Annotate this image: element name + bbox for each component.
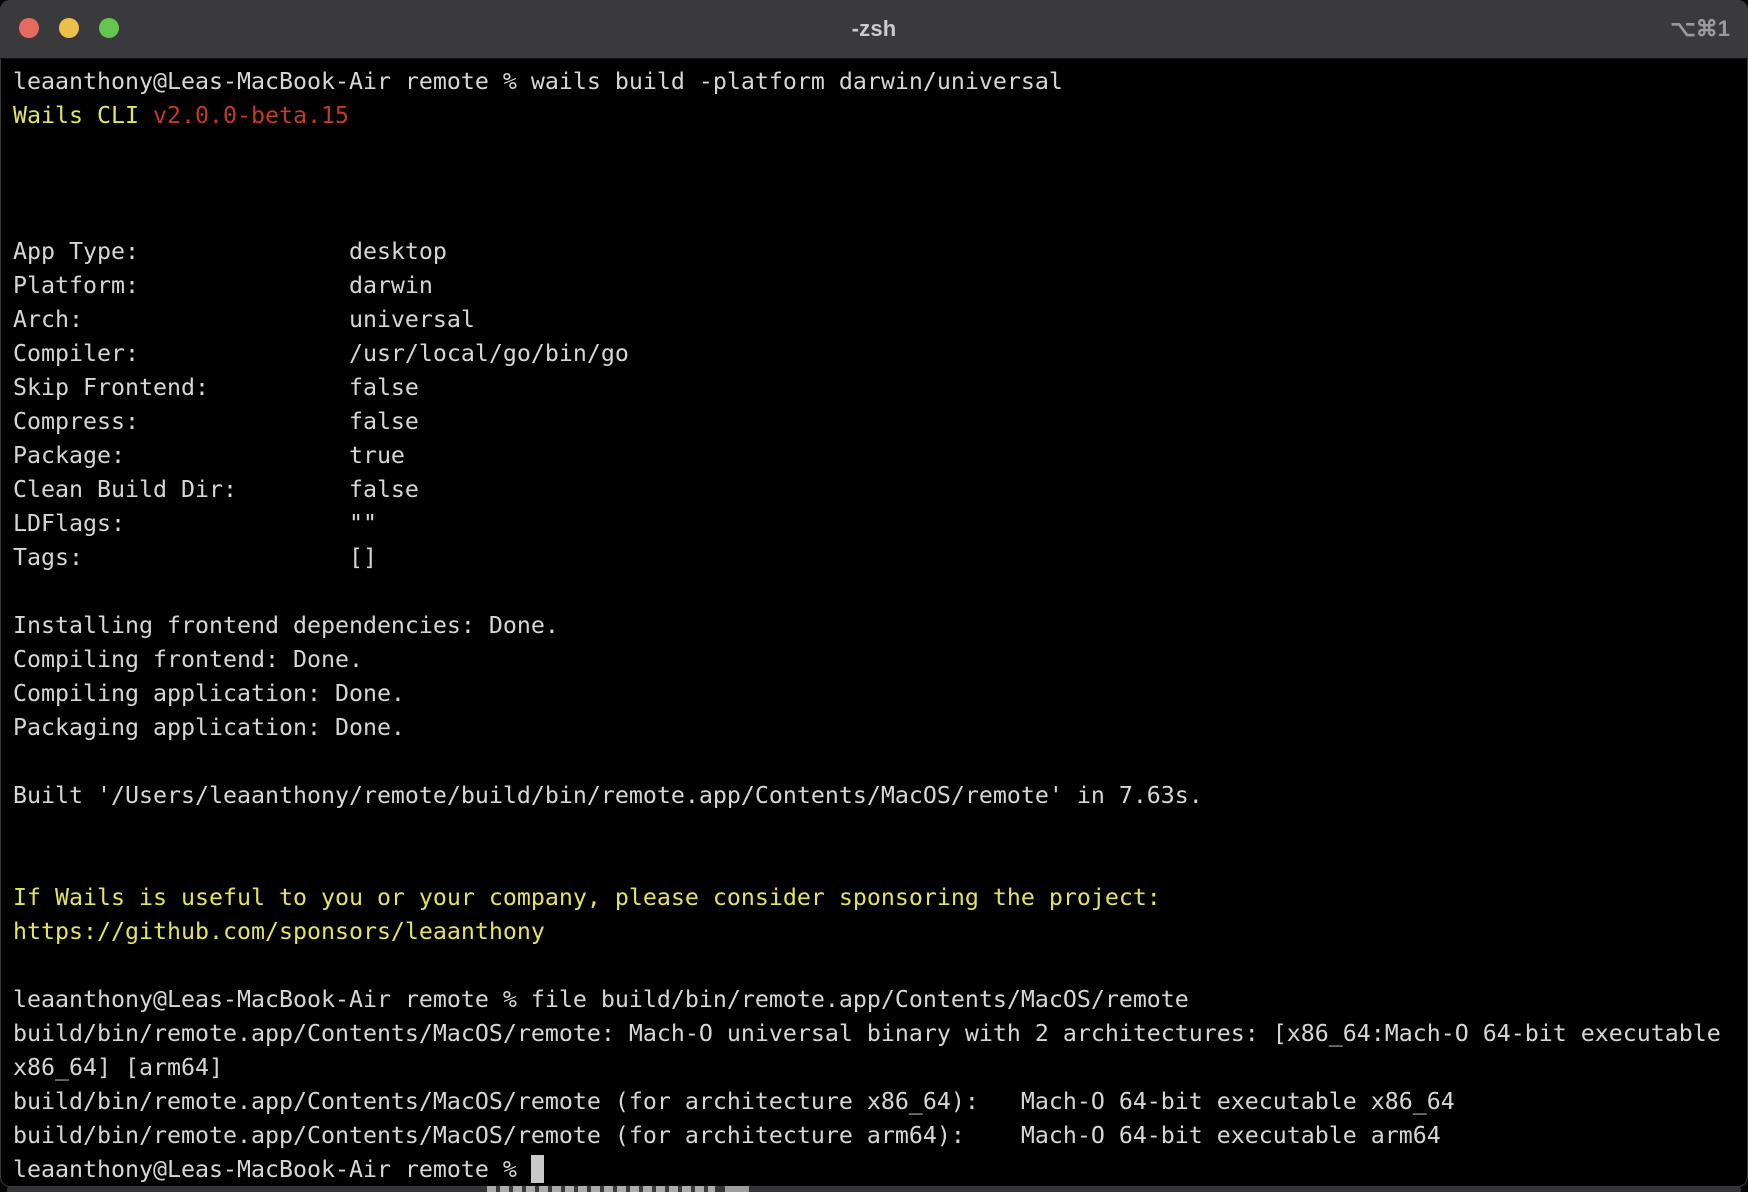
terminal-text: Package: true	[13, 442, 405, 469]
terminal-text: LDFlags: ""	[13, 510, 377, 537]
terminal-text: Clean Build Dir: false	[13, 476, 419, 503]
terminal-text: Built '/Users/leaanthony/remote/build/bi…	[13, 782, 1203, 809]
terminal-line	[13, 575, 1735, 609]
background-text-fragment	[725, 1186, 749, 1192]
terminal-line: Compiler: /usr/local/go/bin/go	[13, 337, 1735, 371]
terminal-text: App Type: desktop	[13, 238, 447, 265]
terminal-line: Tags: []	[13, 541, 1735, 575]
titlebar[interactable]: -zsh ⌥⌘1	[0, 0, 1748, 59]
terminal-text: If Wails is useful to you or your compan…	[13, 884, 1161, 911]
terminal-text: build/bin/remote.app/Contents/MacOS/remo…	[13, 1020, 1721, 1047]
terminal-line: Built '/Users/leaanthony/remote/build/bi…	[13, 779, 1735, 813]
terminal-text: Compress: false	[13, 408, 419, 435]
terminal-line: Compress: false	[13, 405, 1735, 439]
terminal-text: build/bin/remote.app/Contents/MacOS/remo…	[13, 1088, 1455, 1115]
terminal-line: leaanthony@Leas-MacBook-Air remote %	[13, 1153, 1735, 1187]
terminal-text: Compiler: /usr/local/go/bin/go	[13, 340, 629, 367]
terminal-text: v2.0.0-beta.15	[153, 102, 349, 129]
terminal-line: leaanthony@Leas-MacBook-Air remote % wai…	[13, 65, 1735, 99]
terminal-output[interactable]: leaanthony@Leas-MacBook-Air remote % wai…	[0, 59, 1748, 1187]
text-cursor	[531, 1155, 544, 1183]
background-text-fragment	[487, 1186, 715, 1192]
minimize-button[interactable]	[59, 18, 79, 38]
terminal-line: build/bin/remote.app/Contents/MacOS/remo…	[13, 1119, 1735, 1153]
window-shortcut-badge: ⌥⌘1	[1670, 0, 1730, 58]
terminal-line: build/bin/remote.app/Contents/MacOS/remo…	[13, 1017, 1735, 1051]
terminal-text: leaanthony@Leas-MacBook-Air remote %	[13, 1156, 531, 1183]
terminal-line: Package: true	[13, 439, 1735, 473]
terminal-line: LDFlags: ""	[13, 507, 1735, 541]
terminal-line: Compiling application: Done.	[13, 677, 1735, 711]
terminal-line	[13, 167, 1735, 201]
terminal-line	[13, 745, 1735, 779]
terminal-line: Compiling frontend: Done.	[13, 643, 1735, 677]
terminal-text: Tags: []	[13, 544, 377, 571]
terminal-line: build/bin/remote.app/Contents/MacOS/remo…	[13, 1085, 1735, 1119]
terminal-text: Compiling frontend: Done.	[13, 646, 363, 673]
terminal-line: Arch: universal	[13, 303, 1735, 337]
terminal-text: Platform: darwin	[13, 272, 433, 299]
desktop-background: -zsh ⌥⌘1 leaanthony@Leas-MacBook-Air rem…	[0, 0, 1748, 1192]
zoom-button[interactable]	[99, 18, 119, 38]
terminal-text: leaanthony@Leas-MacBook-Air remote % fil…	[13, 986, 1189, 1013]
terminal-line	[13, 949, 1735, 983]
terminal-line: leaanthony@Leas-MacBook-Air remote % fil…	[13, 983, 1735, 1017]
terminal-line: Wails CLI v2.0.0-beta.15	[13, 99, 1735, 133]
terminal-line	[13, 813, 1735, 847]
terminal-line: Installing frontend dependencies: Done.	[13, 609, 1735, 643]
terminal-line: Clean Build Dir: false	[13, 473, 1735, 507]
terminal-text: Compiling application: Done.	[13, 680, 405, 707]
terminal-text: build/bin/remote.app/Contents/MacOS/remo…	[13, 1122, 1441, 1149]
terminal-text: x86_64] [arm64]	[13, 1054, 223, 1081]
window-controls	[19, 18, 119, 38]
terminal-text: Packaging application: Done.	[13, 714, 405, 741]
terminal-line	[13, 847, 1735, 881]
terminal-line: App Type: desktop	[13, 235, 1735, 269]
terminal-line: Skip Frontend: false	[13, 371, 1735, 405]
terminal-text: Installing frontend dependencies: Done.	[13, 612, 559, 639]
terminal-line: Platform: darwin	[13, 269, 1735, 303]
close-button[interactable]	[19, 18, 39, 38]
terminal-text: Arch: universal	[13, 306, 475, 333]
terminal-window: -zsh ⌥⌘1 leaanthony@Leas-MacBook-Air rem…	[0, 0, 1748, 1187]
terminal-line: https://github.com/sponsors/leaanthony	[13, 915, 1735, 949]
terminal-line: Packaging application: Done.	[13, 711, 1735, 745]
terminal-text: Skip Frontend: false	[13, 374, 419, 401]
terminal-line: x86_64] [arm64]	[13, 1051, 1735, 1085]
terminal-line	[13, 201, 1735, 235]
window-title: -zsh	[852, 0, 897, 58]
terminal-line: If Wails is useful to you or your compan…	[13, 881, 1735, 915]
terminal-text: Wails CLI	[13, 102, 153, 129]
terminal-line	[13, 133, 1735, 167]
background-window-sliver	[7, 1187, 1741, 1192]
terminal-text: https://github.com/sponsors/leaanthony	[13, 918, 545, 945]
terminal-text: leaanthony@Leas-MacBook-Air remote % wai…	[13, 68, 1063, 95]
